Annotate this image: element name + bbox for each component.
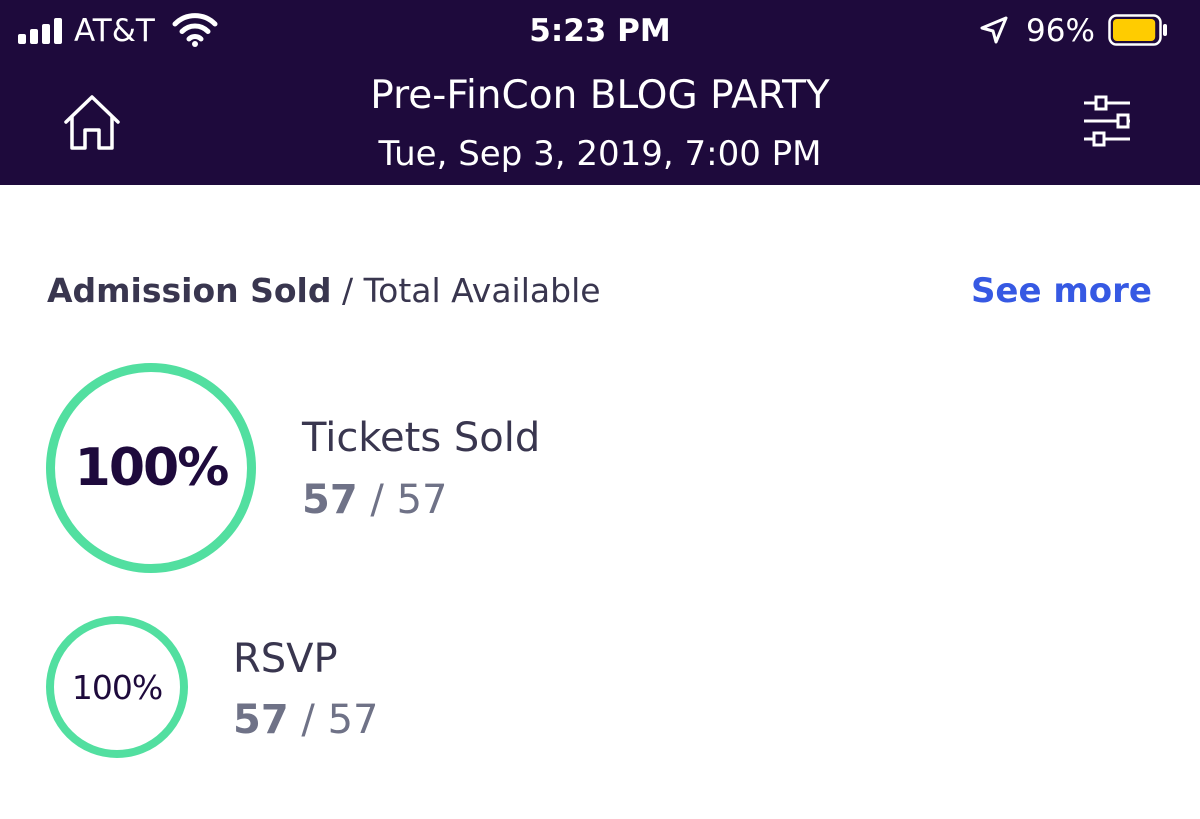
status-time: 5:23 PM [529,13,671,49]
rsvp-sold-value: 57 [233,697,289,743]
battery-icon [1108,14,1167,46]
tickets-progress-ring: 100% [46,363,256,573]
rsvp-count: 57 / 57 [233,694,379,746]
rsvp-separator: / [301,697,315,743]
app-header: AT&T 5:23 PM 96% Pre-FinCon BLOG PARTY T… [0,0,1200,185]
battery-percent: 96% [1026,13,1095,49]
tickets-separator: / [370,477,384,523]
tickets-sold-count: 57 / 57 [302,474,448,526]
section-title-rest: Total Available [363,271,601,310]
rsvp-total-value: 57 [327,697,379,743]
event-title: Pre-FinCon BLOG PARTY [370,73,830,118]
event-date: Tue, Sep 3, 2019, 7:00 PM [378,134,822,174]
rsvp-progress-percent: 100% [71,667,163,707]
see-more-link[interactable]: See more [971,266,1152,316]
filter-sliders-icon [1084,95,1130,147]
location-icon [980,16,1008,44]
section-title: Admission Sold / Total Available [47,266,601,316]
section-title-separator: / [341,271,354,310]
tickets-sold-value: 57 [302,477,358,523]
tickets-sold-label: Tickets Sold [302,415,541,461]
tickets-total-value: 57 [396,477,448,523]
tickets-progress-percent: 100% [74,438,230,498]
status-bar: AT&T 5:23 PM 96% [0,0,1200,62]
filter-button[interactable] [1078,94,1136,150]
rsvp-label: RSVP [233,636,338,682]
section-title-strong: Admission Sold [47,271,332,310]
rsvp-progress-ring: 100% [46,616,188,758]
